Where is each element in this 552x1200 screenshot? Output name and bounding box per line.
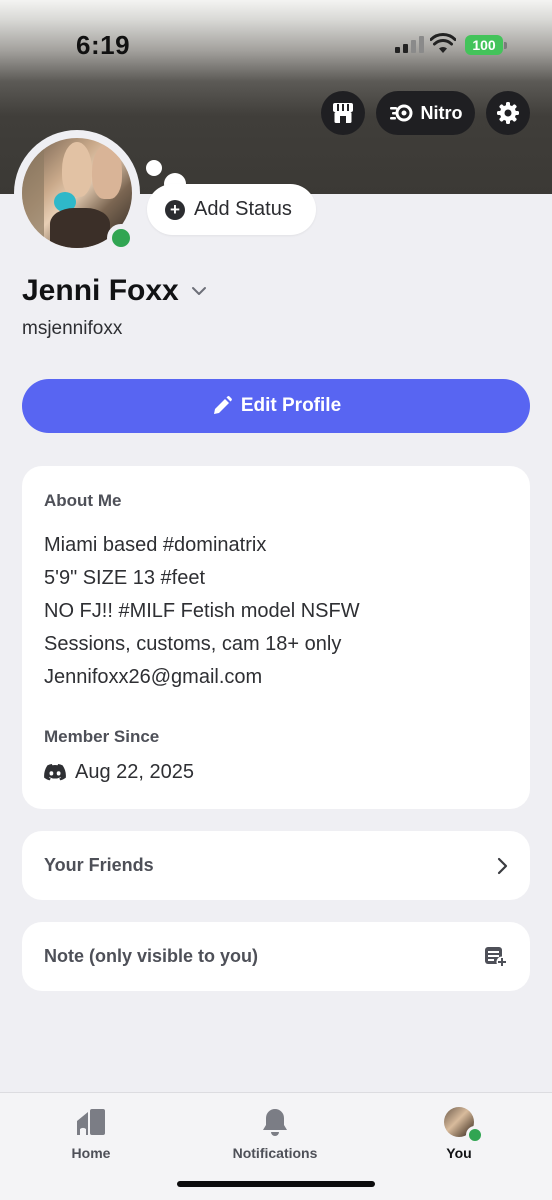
pencil-icon <box>213 396 232 414</box>
avatar <box>444 1107 484 1144</box>
chevron-right-icon <box>497 857 508 874</box>
status-time: 6:19 <box>76 30 131 60</box>
your-friends-row[interactable]: Your Friends <box>22 831 530 900</box>
member-since-date: Aug 22, 2025 <box>75 761 194 783</box>
add-status-button[interactable]: + Add Status <box>147 184 316 235</box>
add-note-icon <box>485 946 508 967</box>
nitro-label: Nitro <box>420 102 463 123</box>
nitro-icon <box>389 104 412 122</box>
cellular-signal-icon <box>395 36 424 53</box>
tab-notifications-label: Notifications <box>232 1145 318 1161</box>
add-status-label: Add Status <box>194 198 292 220</box>
member-since-heading: Member Since <box>44 727 160 746</box>
home-icon <box>77 1109 105 1135</box>
username: msjennifoxx <box>22 318 123 339</box>
gear-icon <box>497 102 519 124</box>
about-me-card: About Me Miami based #dominatrix 5'9" SI… <box>22 466 530 809</box>
battery-indicator: 100 <box>465 35 507 55</box>
tab-you-label: You <box>446 1145 472 1161</box>
about-me-email[interactable]: Jennifoxx26@gmail.com <box>44 666 262 689</box>
about-me-line: Sessions, customs, cam 18+ only <box>44 633 342 655</box>
tab-home[interactable]: Home <box>31 1107 151 1161</box>
status-bubble-dot <box>146 160 162 176</box>
wifi-icon <box>430 33 456 53</box>
about-me-line: Miami based #dominatrix <box>44 534 267 556</box>
tab-home-label: Home <box>71 1145 111 1161</box>
about-me-line: 5'9" SIZE 13 #feet <box>44 567 206 589</box>
about-me-heading: About Me <box>44 491 122 510</box>
online-status-icon <box>107 224 135 252</box>
about-me-line: NO FJ!! #MILF Fetish model NSFW <box>44 600 360 622</box>
note-label: Note (only visible to you) <box>44 946 259 966</box>
display-name-switcher[interactable]: Jenni Foxx <box>22 274 207 308</box>
edit-profile-label: Edit Profile <box>240 395 342 416</box>
note-row[interactable]: Note (only visible to you) <box>22 922 530 991</box>
tab-you[interactable]: You <box>399 1107 519 1161</box>
nitro-button[interactable]: Nitro <box>376 91 475 135</box>
shop-button[interactable] <box>321 91 365 135</box>
online-status-icon <box>466 1126 484 1144</box>
member-since-row: Aug 22, 2025 <box>44 761 194 784</box>
shop-icon <box>333 103 353 123</box>
tab-notifications[interactable]: Notifications <box>215 1107 335 1161</box>
your-friends-label: Your Friends <box>44 855 154 875</box>
settings-button[interactable] <box>486 91 530 135</box>
chevron-down-icon <box>191 287 206 295</box>
display-name: Jenni Foxx <box>22 274 179 307</box>
status-bar: 6:19 100 <box>0 0 552 90</box>
home-indicator <box>177 1181 375 1187</box>
plus-circle-icon: + <box>165 199 185 220</box>
discord-icon <box>44 764 66 781</box>
bell-icon <box>263 1109 287 1136</box>
edit-profile-button[interactable]: Edit Profile <box>22 379 530 433</box>
